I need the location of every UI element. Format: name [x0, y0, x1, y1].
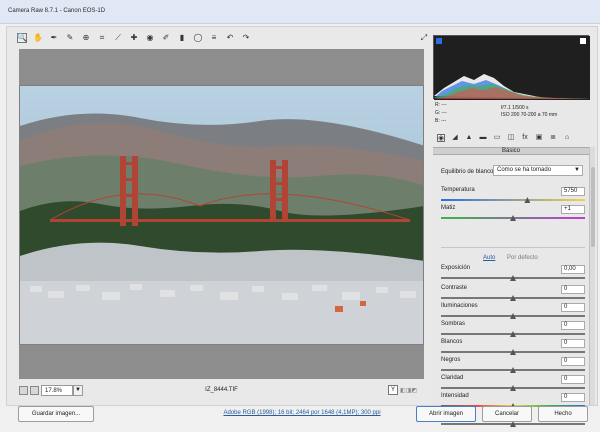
slider-value[interactable]: 0	[561, 285, 585, 294]
slider-track[interactable]	[441, 199, 585, 201]
histogram-graph	[434, 36, 590, 100]
separator	[441, 247, 585, 248]
slider-sombras: Sombras 0	[441, 321, 585, 337]
title-bar: Camera Raw 8.7.1 - Canon EOS-1D	[0, 0, 600, 24]
color-sampler-icon[interactable]: ✎	[65, 33, 75, 43]
slider-value[interactable]: 0	[561, 303, 585, 312]
compare-icons: ◧◨◩	[400, 388, 418, 394]
hand-icon[interactable]: ✋	[33, 33, 43, 43]
highlight-clipping-icon[interactable]	[580, 38, 586, 44]
slider-blancos: Blancos 0	[441, 339, 585, 355]
tone-curve-icon[interactable]: ◢	[451, 134, 459, 142]
rgb-values: R: --- G: --- B: ---	[435, 101, 447, 125]
window-title: Camera Raw 8.7.1 - Canon EOS-1D	[8, 8, 106, 14]
slider-exposicion: Exposición 0,00	[441, 265, 585, 281]
camera-calibration-icon[interactable]: ▣	[535, 134, 543, 142]
red-value: R: ---	[435, 102, 447, 108]
zoom-icon[interactable]: 🔍	[17, 33, 27, 43]
redeye-icon[interactable]: ◉	[145, 33, 155, 43]
slider-iluminaciones: Iluminaciones 0	[441, 303, 585, 319]
white-balance-select[interactable]: Como se ha tomado ▼	[493, 165, 583, 176]
white-balance-label: Equilibrio de blancos:	[441, 169, 499, 175]
white-balance-value: Como se ha tomado	[497, 167, 552, 173]
target-adjust-icon[interactable]: ⊕	[81, 33, 91, 43]
snapshots-icon[interactable]: ⌂	[563, 134, 571, 142]
basic-panel-icon[interactable]: ◉	[437, 134, 445, 142]
image-canvas[interactable]	[19, 49, 424, 379]
crop-icon[interactable]: ⌗	[97, 33, 107, 43]
image-filename: IZ_8444.TIF	[205, 387, 238, 393]
done-button[interactable]: Hecho	[538, 406, 588, 422]
slider-value[interactable]: 0	[561, 321, 585, 330]
slider-negros: Negros 0	[441, 357, 585, 373]
exif-info: f/7.1 1/500 s ISO 200 70-200 a 70 mm	[501, 105, 591, 119]
hsl-icon[interactable]: ▬	[479, 134, 487, 142]
exif-line-2: ISO 200 70-200 a 70 mm	[501, 112, 558, 118]
status-bar: 17.8% ▼ IZ_8444.TIF Y ◧◨◩	[19, 383, 424, 399]
straighten-icon[interactable]: ⟋	[113, 33, 123, 43]
spot-removal-icon[interactable]: ✚	[129, 33, 139, 43]
info-readout: R: --- G: --- B: --- f/7.1 1/500 s ISO 2…	[433, 101, 589, 125]
scroll-thumb[interactable]	[591, 167, 595, 247]
lens-icon[interactable]: ◫	[507, 134, 515, 142]
panel-scrollbar[interactable]	[589, 147, 595, 405]
split-toning-icon[interactable]: ▭	[493, 134, 501, 142]
graduated-filter-icon[interactable]: ▮	[177, 33, 187, 43]
camera-raw-window: Camera Raw 8.7.1 - Canon EOS-1D 🔍 ✋ ✒ ✎ …	[0, 0, 600, 432]
rotate-left-icon[interactable]: ↶	[225, 33, 235, 43]
slider-value[interactable]: 0	[561, 375, 585, 384]
main-content: 🔍 ✋ ✒ ✎ ⊕ ⌗ ⟋ ✚ ◉ ✐ ▮ ◯ ≡ ↶ ↷ ⤢ 17.8% ▼ …	[6, 26, 598, 427]
golden-gate-preview	[20, 86, 423, 344]
slider-contraste: Contraste 0	[441, 285, 585, 301]
histogram	[433, 35, 590, 100]
right-panel: R: --- G: --- B: --- f/7.1 1/500 s ISO 2…	[431, 29, 595, 427]
slider-value[interactable]: 0	[561, 393, 585, 402]
green-value: G: ---	[435, 110, 447, 116]
adjustment-brush-icon[interactable]: ✐	[161, 33, 171, 43]
slider-intensidad: Intensidad 0	[441, 393, 585, 409]
auto-link[interactable]: Auto	[483, 255, 495, 261]
default-link[interactable]: Por defecto	[507, 255, 538, 261]
detail-icon[interactable]: ▲	[465, 134, 473, 142]
slider-claridad: Claridad 0	[441, 375, 585, 391]
rotate-right-icon[interactable]: ↷	[241, 33, 251, 43]
slider-value[interactable]: 5750	[561, 187, 585, 196]
slider-value[interactable]: +1	[561, 205, 585, 214]
exif-line-1: f/7.1 1/500 s	[501, 105, 529, 111]
white-balance-icon[interactable]: ✒	[49, 33, 59, 43]
radial-filter-icon[interactable]: ◯	[193, 33, 203, 43]
preview-image	[19, 85, 424, 345]
chevron-down-icon: ▼	[574, 167, 580, 173]
preferences-icon[interactable]: ≡	[209, 33, 219, 43]
toolbar: 🔍 ✋ ✒ ✎ ⊕ ⌗ ⟋ ✚ ◉ ✐ ▮ ◯ ≡ ↶ ↷ ⤢	[15, 29, 431, 47]
effects-icon[interactable]: fx	[521, 134, 529, 142]
slider-value[interactable]: 0,00	[561, 265, 585, 274]
panel-title: Básico	[433, 147, 589, 155]
slider-value[interactable]: 0	[561, 357, 585, 366]
slider-matiz: Matiz +1	[441, 205, 585, 221]
y-compare-icon[interactable]: Y	[388, 385, 398, 395]
slider-temperatura: Temperatura 5750	[441, 187, 585, 203]
slider-value[interactable]: 0	[561, 339, 585, 348]
fullscreen-icon[interactable]: ⤢	[419, 33, 429, 43]
blue-value: B: ---	[435, 118, 447, 124]
open-image-button[interactable]: Abrir imagen	[416, 406, 476, 422]
panel-tabs: ◉ ◢ ▲ ▬ ▭ ◫ fx ▣ ≣ ⌂	[433, 131, 589, 145]
shadow-clipping-icon[interactable]	[436, 38, 442, 44]
footer: Guardar imagen... Adobe RGB (1998); 16 b…	[6, 404, 598, 428]
cancel-button[interactable]: Cancelar	[482, 406, 532, 422]
presets-icon[interactable]: ≣	[549, 134, 557, 142]
